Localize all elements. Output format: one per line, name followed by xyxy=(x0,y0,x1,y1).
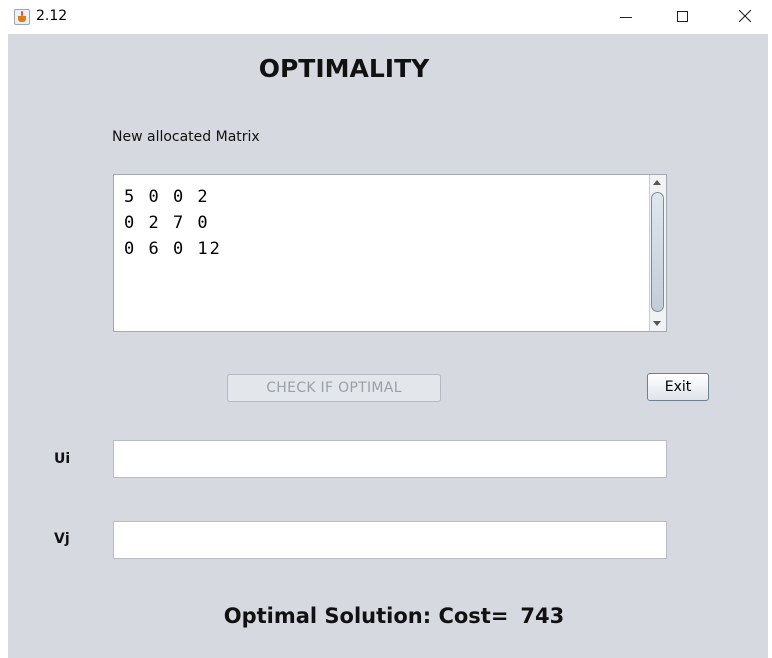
vertical-scrollbar[interactable] xyxy=(649,175,666,331)
minimize-button[interactable] xyxy=(604,0,650,34)
vj-label: Vj xyxy=(54,531,70,547)
title-bar[interactable]: 2.12 xyxy=(0,0,772,34)
matrix-textarea[interactable]: 5 0 0 2 0 2 7 0 0 6 0 12 xyxy=(113,174,667,332)
java-icon xyxy=(14,9,30,25)
check-if-optimal-button[interactable]: CHECK IF OPTIMAL xyxy=(227,374,441,402)
exit-button[interactable]: Exit xyxy=(647,373,709,401)
scroll-up-icon[interactable] xyxy=(653,180,661,185)
close-icon xyxy=(739,10,751,22)
matrix-label: New allocated Matrix xyxy=(112,129,260,145)
vj-field[interactable] xyxy=(113,521,667,559)
close-button[interactable] xyxy=(722,0,768,34)
matrix-text: 5 0 0 2 0 2 7 0 0 6 0 12 xyxy=(124,187,222,259)
scroll-down-icon[interactable] xyxy=(653,321,661,326)
maximize-icon xyxy=(677,11,688,22)
optimal-solution-text: Optimal Solution: Cost= 743 xyxy=(8,604,772,628)
result-label: Optimal Solution: Cost= xyxy=(223,604,509,628)
scrollbar-thumb[interactable] xyxy=(651,192,664,312)
minimize-icon xyxy=(620,17,632,18)
app-window: 2.12 OPTIMALITY New allocated Matrix 5 0… xyxy=(0,0,772,658)
ui-field[interactable] xyxy=(113,440,667,478)
window-title: 2.12 xyxy=(36,8,68,24)
maximize-button[interactable] xyxy=(660,0,706,34)
cost-value: 743 xyxy=(520,604,565,628)
page-title: OPTIMALITY xyxy=(258,54,430,83)
ui-label: Ui xyxy=(54,451,71,467)
content-panel: OPTIMALITY New allocated Matrix 5 0 0 2 … xyxy=(8,34,768,658)
